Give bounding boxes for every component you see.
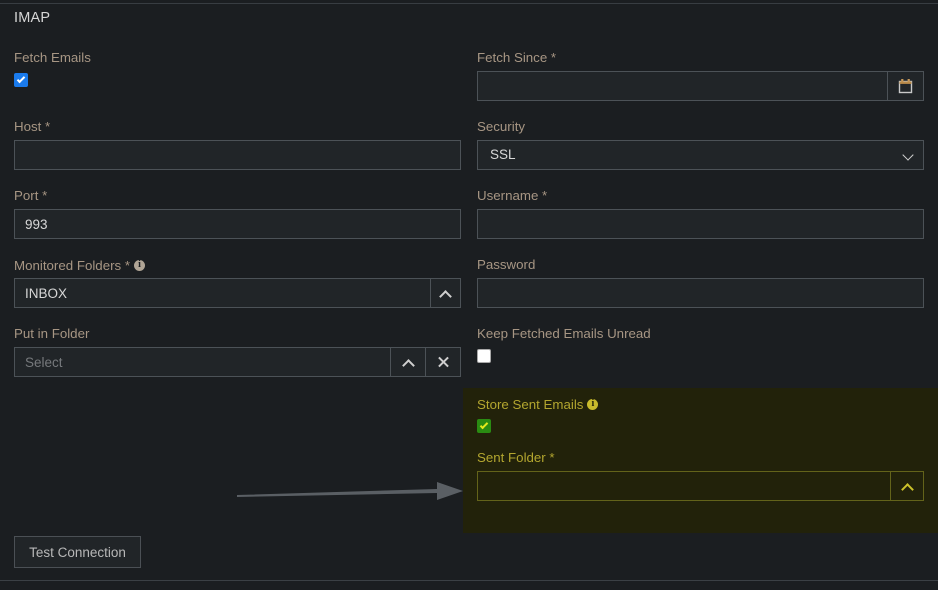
password-label: Password [477,257,535,273]
calendar-icon [898,78,913,94]
field-fetch-since: Fetch Since * [477,50,556,66]
sent-folder-input[interactable] [477,471,891,501]
field-host: Host * [14,119,50,135]
bottom-divider [0,580,938,581]
section-title: IMAP [14,10,50,26]
port-input[interactable] [14,209,461,239]
port-label: Port * [14,188,47,204]
field-keep-unread: Keep Fetched Emails Unread [477,326,651,342]
fetch-since-calendar-button[interactable] [888,71,924,101]
fetch-since-input[interactable] [477,71,888,101]
fetch-emails-label: Fetch Emails [14,50,91,66]
put-in-folder-clear-button[interactable] [426,347,461,377]
field-security: Security [477,119,525,135]
chevron-up-icon [439,290,452,303]
info-icon[interactable] [134,260,145,271]
keep-unread-label: Keep Fetched Emails Unread [477,326,651,342]
security-select[interactable]: SSL [477,140,924,170]
field-username: Username * [477,188,547,204]
field-fetch-emails: Fetch Emails [14,50,91,66]
field-put-in-folder: Put in Folder [14,326,89,342]
imap-settings-panel: IMAP Fetch Emails Host * Port * Monitore… [0,0,938,590]
check-icon [480,421,488,429]
sent-folder-toggle-button[interactable] [891,471,924,501]
host-input[interactable] [14,140,461,170]
field-monitored-folders: Monitored Folders * [14,257,145,275]
security-select-wrap: SSL [477,140,924,170]
fetch-since-label: Fetch Since * [477,50,556,66]
info-icon[interactable] [587,399,598,410]
chevron-up-icon [901,483,914,496]
test-connection-button[interactable]: Test Connection [14,536,141,568]
put-in-folder-toggle-button[interactable] [391,347,426,377]
password-input[interactable] [477,278,924,308]
monitored-folders-label: Monitored Folders * [14,258,130,273]
field-password: Password [477,257,535,273]
store-sent-emails-checkbox[interactable] [477,419,491,433]
field-store-sent-emails: Store Sent Emails [477,396,598,414]
username-label: Username * [477,188,547,204]
top-divider [0,3,938,4]
store-sent-emails-label: Store Sent Emails [477,397,583,412]
sent-folder-label: Sent Folder * [477,450,555,466]
chevron-up-icon [402,359,415,372]
monitored-folders-input[interactable] [14,278,431,308]
host-label: Host * [14,119,50,135]
put-in-folder-label: Put in Folder [14,326,89,342]
field-sent-folder: Sent Folder * [477,450,555,466]
monitored-folders-toggle-button[interactable] [431,278,461,308]
username-input[interactable] [477,209,924,239]
close-icon [437,356,449,368]
right-arrow-annotation [235,476,467,506]
fetch-emails-checkbox[interactable] [14,73,28,87]
check-icon [17,75,25,83]
put-in-folder-input[interactable] [14,347,391,377]
field-port: Port * [14,188,47,204]
security-label: Security [477,119,525,135]
keep-unread-checkbox[interactable] [477,349,491,363]
